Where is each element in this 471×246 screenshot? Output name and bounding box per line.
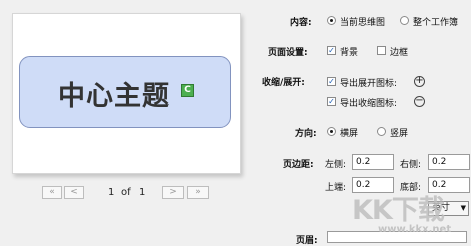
content-label: 内容: — [290, 18, 312, 28]
page-settings-label: 页面设置: — [268, 48, 308, 58]
total-pages: 1 — [139, 187, 146, 198]
margin-left-label: 左侧: — [325, 160, 347, 170]
margin-right-input[interactable]: 0.2 — [428, 154, 470, 170]
border-checkbox[interactable] — [377, 46, 386, 55]
direction-label: 方向: — [295, 129, 317, 139]
minus-circle-icon: − — [414, 95, 425, 107]
margin-left-input[interactable]: 0.2 — [352, 154, 394, 170]
watermark-url: www.kkx.net — [378, 224, 452, 235]
export-collapse-icons-checkbox[interactable]: ✓ — [327, 97, 336, 106]
content-current-map-radio[interactable] — [327, 16, 336, 25]
last-page-button[interactable]: » — [187, 186, 209, 199]
current-page-number: 1 — [108, 187, 115, 198]
landscape-radio[interactable] — [327, 127, 336, 136]
central-topic-label: 中心主题 — [58, 81, 170, 112]
portrait-label[interactable]: 竖屏 — [390, 126, 408, 139]
background-checkbox[interactable]: ✓ — [327, 46, 336, 55]
export-expand-icons-checkbox[interactable]: ✓ — [327, 77, 336, 86]
print-preview-page: 中心主题 C — [12, 13, 241, 174]
portrait-radio[interactable] — [377, 127, 386, 136]
next-page-button[interactable]: > — [162, 186, 184, 199]
central-topic: 中心主题 C — [19, 56, 231, 128]
export-expand-icons-label[interactable]: 导出展开图标: — [340, 76, 397, 89]
margins-label: 页边距: — [283, 160, 314, 170]
landscape-label[interactable]: 横屏 — [340, 126, 358, 139]
margin-right-label: 右侧: — [400, 160, 422, 170]
collapse-expand-label: 收缩/展开: — [262, 78, 305, 88]
export-collapse-icons-label[interactable]: 导出收缩图标: — [340, 96, 397, 109]
topic-marker-icon: C — [181, 84, 194, 97]
border-checkbox-label[interactable]: 边框 — [390, 45, 408, 58]
page-of-label: of — [121, 187, 131, 198]
watermark-logo: KK下载 — [352, 195, 445, 226]
previous-page-button[interactable]: < — [64, 186, 84, 199]
margin-top-label: 上端: — [325, 183, 347, 193]
plus-circle-icon: + — [414, 75, 425, 87]
chevron-down-icon: ▼ — [460, 204, 466, 212]
content-workbook-label[interactable]: 整个工作簿 — [413, 15, 458, 28]
first-page-button[interactable]: « — [42, 186, 62, 199]
background-checkbox-label[interactable]: 背景 — [340, 45, 358, 58]
content-workbook-radio[interactable] — [400, 16, 409, 25]
content-current-map-label[interactable]: 当前思维图 — [340, 15, 385, 28]
